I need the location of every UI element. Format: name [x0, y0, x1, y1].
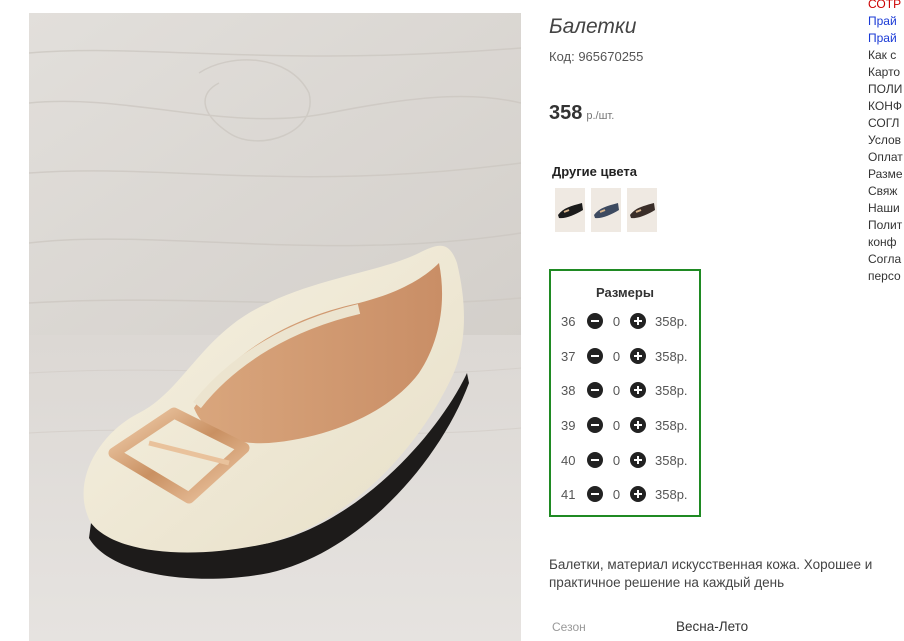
size-label: 41 — [561, 486, 576, 502]
product-title: Балетки — [549, 15, 637, 38]
sizes-title: Размеры — [596, 285, 654, 300]
size-row-40: 40 0 358р. — [561, 450, 688, 470]
size-row-41: 41 0 358р. — [561, 484, 688, 504]
size-row-36: 36 0 358р. — [561, 311, 688, 331]
increase-quantity-button[interactable] — [630, 348, 646, 364]
size-price: 358р. — [655, 382, 688, 398]
decrease-quantity-button[interactable] — [587, 348, 603, 364]
size-price: 358р. — [655, 486, 688, 502]
decrease-quantity-button[interactable] — [587, 452, 603, 468]
increase-quantity-button[interactable] — [630, 382, 646, 398]
other-colors-title: Другие цвета — [552, 164, 637, 179]
size-label: 39 — [561, 417, 576, 433]
product-description: Балетки, материал искусственная кожа. Хо… — [549, 557, 873, 590]
sidebar-link[interactable]: Наши — [868, 200, 904, 217]
sidebar-link[interactable]: Разме — [868, 166, 904, 183]
product-code: Код: 965670255 — [549, 49, 644, 64]
price-value: 358 — [549, 102, 583, 124]
sidebar-link[interactable]: конф — [868, 234, 904, 251]
info-links-sidebar: СОТР Прай Прай Как с Карто ПОЛИ КОНФ СОГ… — [868, 0, 904, 285]
sidebar-link[interactable]: Прай — [868, 30, 904, 47]
color-swatch-blue-gray[interactable] — [591, 188, 621, 232]
size-label: 37 — [561, 348, 576, 364]
sidebar-link[interactable]: Карто — [868, 64, 904, 81]
quantity-value: 0 — [612, 452, 621, 468]
quantity-value: 0 — [612, 486, 621, 502]
size-price: 358р. — [655, 452, 688, 468]
increase-quantity-button[interactable] — [630, 417, 646, 433]
color-swatches — [555, 188, 657, 232]
quantity-value: 0 — [612, 348, 621, 364]
size-label: 36 — [561, 313, 576, 329]
size-price: 358р. — [655, 313, 688, 329]
decrease-quantity-button[interactable] — [587, 417, 603, 433]
sidebar-link[interactable]: СОГЛ — [868, 115, 904, 132]
sidebar-link[interactable]: КОНФ — [868, 98, 904, 115]
color-swatch-brown[interactable] — [627, 188, 657, 232]
size-row-37: 37 0 358р. — [561, 346, 688, 366]
sidebar-link[interactable]: Как с — [868, 47, 904, 64]
size-label: 40 — [561, 452, 576, 468]
sidebar-link[interactable]: Согла — [868, 251, 904, 268]
product-photo[interactable] — [29, 13, 521, 641]
sidebar-link[interactable]: Полит — [868, 217, 904, 234]
decrease-quantity-button[interactable] — [587, 382, 603, 398]
quantity-value: 0 — [612, 313, 621, 329]
size-row-39: 39 0 358р. — [561, 415, 688, 435]
price-unit: р./шт. — [586, 110, 615, 122]
increase-quantity-button[interactable] — [630, 486, 646, 502]
season-value: Весна-Лето — [676, 619, 749, 634]
size-price: 358р. — [655, 348, 688, 364]
size-label: 38 — [561, 382, 576, 398]
size-row-38: 38 0 358р. — [561, 380, 688, 400]
decrease-quantity-button[interactable] — [587, 313, 603, 329]
product-price: 358 р./шт. — [549, 102, 614, 125]
increase-quantity-button[interactable] — [630, 452, 646, 468]
quantity-value: 0 — [612, 382, 621, 398]
sidebar-link[interactable]: СОТР — [868, 0, 904, 13]
ballet-flat-image — [29, 13, 521, 641]
sidebar-link[interactable]: Свяж — [868, 183, 904, 200]
size-price: 358р. — [655, 417, 688, 433]
sizes-panel: Размеры 36 0 358р. 37 0 358р. 38 0 358р.… — [549, 269, 701, 517]
sidebar-link[interactable]: Услов — [868, 132, 904, 149]
sidebar-link[interactable]: персо — [868, 268, 904, 285]
increase-quantity-button[interactable] — [630, 313, 646, 329]
sidebar-link[interactable]: ПОЛИ — [868, 81, 904, 98]
season-label: Сезон — [552, 620, 586, 634]
quantity-value: 0 — [612, 417, 621, 433]
color-swatch-black[interactable] — [555, 188, 585, 232]
sidebar-link[interactable]: Прай — [868, 13, 904, 30]
sidebar-link[interactable]: Оплат — [868, 149, 904, 166]
decrease-quantity-button[interactable] — [587, 486, 603, 502]
